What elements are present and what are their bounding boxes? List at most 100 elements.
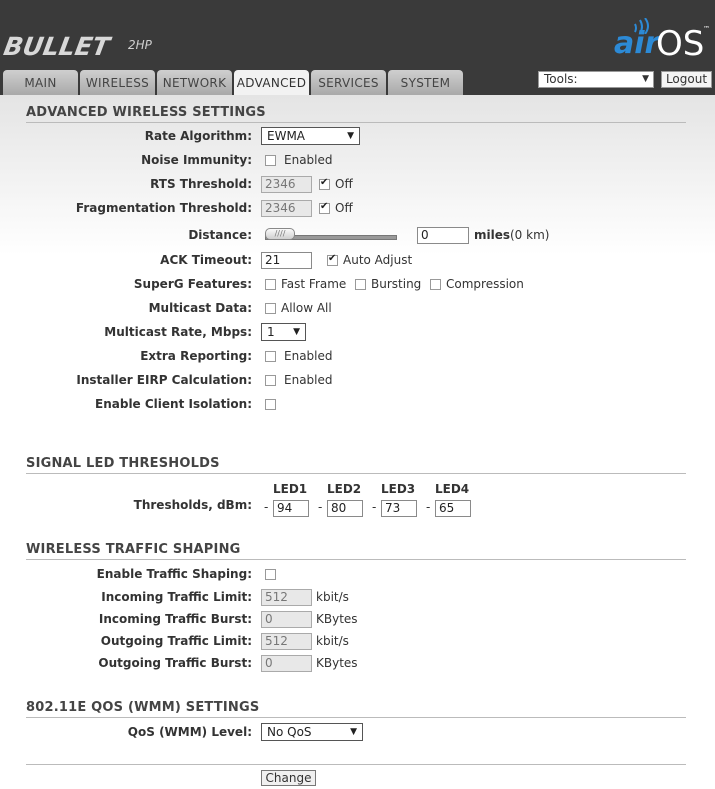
rate-algorithm-select[interactable]: EWMA ▼ (261, 127, 360, 145)
ack-auto-adjust-checkbox[interactable] (327, 253, 338, 266)
outgoing-burst-unit: KBytes (316, 656, 358, 670)
chevron-down-icon: ▼ (350, 727, 357, 737)
section-divider (26, 473, 686, 474)
section-title-qos: 802.11E QOS (WMM) SETTINGS (26, 700, 260, 715)
multicast-allow-all-checkbox[interactable] (265, 303, 276, 314)
chevron-down-icon: ▼ (347, 131, 354, 141)
change-button[interactable]: Change (261, 770, 316, 786)
incoming-burst-label: Incoming Traffic Burst: (98, 612, 252, 626)
enable-traffic-shaping-checkbox[interactable] (265, 569, 276, 580)
section-title-signal-led: SIGNAL LED THRESHOLDS (26, 456, 220, 471)
rate-algorithm-value: EWMA (267, 129, 306, 143)
bursting-label: Bursting (371, 277, 422, 291)
tab-services[interactable]: SERVICES (311, 70, 386, 95)
incoming-limit-unit: kbit/s (316, 590, 349, 604)
multicast-rate-select[interactable]: 1 ▼ (261, 323, 306, 341)
chevron-down-icon: ▼ (293, 327, 300, 337)
tab-network[interactable]: NETWORK (157, 70, 232, 95)
multicast-rate-value: 1 (267, 325, 275, 339)
distance-label: Distance: (188, 228, 252, 242)
airos-logo-os: OS (656, 24, 705, 64)
tab-main[interactable]: MAIN (3, 70, 78, 95)
superg-features-label: SuperG Features: (133, 277, 252, 291)
distance-unit: miles (474, 228, 511, 242)
trademark-mark: ™ (703, 25, 710, 33)
tab-system[interactable]: SYSTEM (388, 70, 463, 95)
led4-input[interactable]: 65 (435, 500, 471, 517)
section-divider (26, 122, 686, 123)
distance-input[interactable]: 0 (417, 227, 469, 244)
outgoing-burst-label: Outgoing Traffic Burst: (98, 656, 252, 670)
thresholds-label: Thresholds, dBm: (133, 498, 252, 512)
rts-off-checkbox[interactable] (319, 177, 330, 190)
led1-header: LED1 (273, 482, 308, 496)
rts-threshold-label: RTS Threshold: (150, 177, 252, 191)
incoming-burst-input[interactable]: 0 (261, 611, 312, 628)
outgoing-limit-label: Outgoing Traffic Limit: (100, 634, 252, 648)
tab-advanced[interactable]: ADVANCED (234, 70, 309, 95)
footer-divider (26, 764, 686, 765)
extra-reporting-option: Enabled (284, 349, 333, 363)
extra-reporting-checkbox[interactable] (265, 351, 276, 362)
rts-off-label: Off (335, 177, 353, 191)
compression-label: Compression (446, 277, 524, 291)
extra-reporting-label: Extra Reporting: (140, 349, 252, 363)
multicast-rate-label: Multicast Rate, Mbps: (104, 325, 252, 339)
led3-minus: - (372, 500, 377, 514)
outgoing-burst-input[interactable]: 0 (261, 655, 312, 672)
incoming-limit-label: Incoming Traffic Limit: (101, 590, 252, 604)
logout-button[interactable]: Logout (661, 71, 712, 88)
installer-eirp-label: Installer EIRP Calculation: (76, 373, 252, 387)
led3-input[interactable]: 73 (381, 500, 417, 517)
installer-eirp-checkbox[interactable] (265, 375, 276, 386)
qos-level-select[interactable]: No QoS ▼ (261, 723, 363, 741)
led2-input[interactable]: 80 (327, 500, 363, 517)
section-title-advanced-wireless: ADVANCED WIRELESS SETTINGS (26, 105, 266, 120)
installer-eirp-option: Enabled (284, 373, 333, 387)
chevron-down-icon: ▼ (642, 74, 649, 84)
section-title-traffic-shaping: WIRELESS TRAFFIC SHAPING (26, 542, 241, 557)
distance-km-readout: (0 km) (510, 228, 550, 242)
outgoing-limit-unit: kbit/s (316, 634, 349, 648)
multicast-data-label: Multicast Data: (148, 301, 252, 315)
client-isolation-checkbox[interactable] (265, 399, 276, 410)
led3-header: LED3 (381, 482, 416, 496)
rts-threshold-input[interactable]: 2346 (261, 176, 312, 193)
advanced-settings-page (0, 95, 715, 789)
frag-threshold-input[interactable]: 2346 (261, 200, 312, 217)
ack-timeout-input[interactable]: 21 (261, 252, 312, 269)
incoming-burst-unit: KBytes (316, 612, 358, 626)
bursting-checkbox[interactable] (355, 279, 366, 290)
section-divider (26, 717, 686, 718)
led1-minus: - (264, 500, 269, 514)
client-isolation-label: Enable Client Isolation: (95, 397, 252, 411)
noise-immunity-label: Noise Immunity: (141, 153, 252, 167)
outgoing-limit-input[interactable]: 512 (261, 633, 312, 650)
distance-slider-handle[interactable]: //// (265, 228, 295, 240)
ack-auto-adjust-label: Auto Adjust (343, 253, 413, 267)
frag-threshold-label: Fragmentation Threshold: (75, 201, 252, 215)
device-brand: BULLET (1, 32, 112, 61)
led1-input[interactable]: 94 (273, 500, 309, 517)
tools-dropdown-label: Tools: (544, 72, 578, 86)
incoming-limit-input[interactable]: 512 (261, 589, 312, 606)
device-model: 2HP (128, 38, 152, 52)
tab-wireless[interactable]: WIRELESS (80, 70, 155, 95)
ack-timeout-label: ACK Timeout: (160, 253, 252, 267)
noise-immunity-option: Enabled (284, 153, 333, 167)
qos-level-label: QoS (WMM) Level: (127, 725, 252, 739)
frag-off-label: Off (335, 201, 353, 215)
led4-minus: - (426, 500, 431, 514)
fast-frame-label: Fast Frame (281, 277, 347, 291)
compression-checkbox[interactable] (430, 279, 441, 290)
led2-minus: - (318, 500, 323, 514)
tools-dropdown[interactable]: Tools: ▼ (538, 71, 654, 88)
rate-algorithm-label: Rate Algorithm: (144, 129, 252, 143)
led2-header: LED2 (327, 482, 362, 496)
enable-traffic-shaping-label: Enable Traffic Shaping: (96, 567, 252, 581)
frag-off-checkbox[interactable] (319, 201, 330, 214)
noise-immunity-checkbox[interactable] (265, 155, 276, 166)
header-bar: BULLET 2HP air OS ™ MAIN WIRELESS NETWOR… (0, 0, 715, 95)
fast-frame-checkbox[interactable] (265, 279, 276, 290)
qos-level-value: No QoS (267, 725, 312, 739)
